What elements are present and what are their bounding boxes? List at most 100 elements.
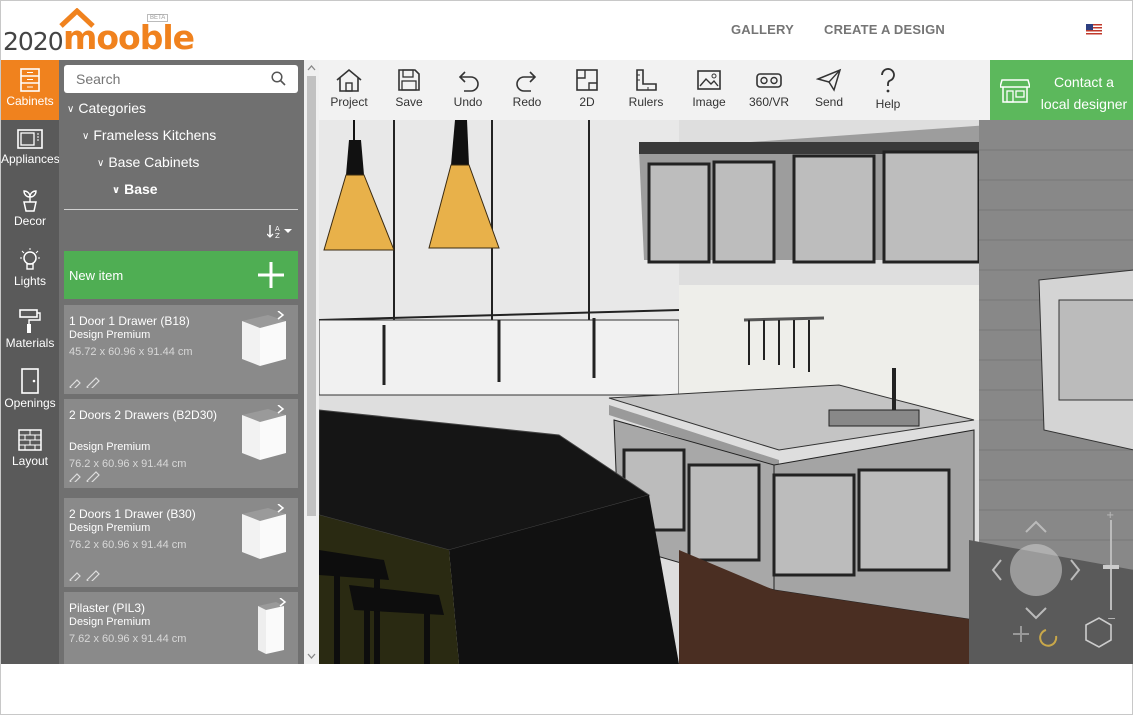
scrollbar-thumb[interactable] — [307, 76, 316, 516]
divider — [64, 209, 298, 210]
question-mark-icon — [881, 68, 895, 93]
item-tier: Design Premium — [69, 616, 151, 628]
sort-az-icon: AZ — [266, 225, 292, 240]
chevron-down-icon: ∨ — [82, 131, 90, 142]
zoom-slider-handle[interactable] — [1103, 565, 1119, 569]
tool-label: Redo — [512, 95, 542, 109]
3d-viewport[interactable]: + − — [319, 120, 1133, 664]
rail-item-cabinets[interactable]: Cabinets — [1, 60, 59, 120]
rail-item-lights[interactable]: Lights — [1, 240, 59, 300]
cabinet-thumbnail-icon — [242, 405, 286, 460]
home-icon — [336, 68, 362, 92]
tool-label: Rulers — [628, 95, 664, 109]
edit-tools-icon[interactable] — [69, 376, 101, 388]
plus-icon — [258, 262, 284, 288]
rail-label: Materials — [5, 336, 55, 350]
breadcrumb-label: Categories — [78, 100, 147, 116]
main-toolbar: Project Save Undo Redo 2D Rulers Image 3… — [319, 60, 990, 120]
view-cube-icon[interactable] — [1085, 617, 1112, 648]
contact-label: Contact a local designer — [1036, 71, 1132, 115]
search-input[interactable] — [64, 65, 259, 93]
camera-nav-control[interactable]: + − — [991, 510, 1121, 650]
category-rail: Cabinets Appliances Decor Lights Materia… — [1, 60, 60, 664]
item-tier: Design Premium — [69, 329, 151, 341]
logo-brand: mooble — [63, 18, 195, 57]
pan-move-icon[interactable] — [1013, 626, 1029, 642]
cabinet-icon — [20, 68, 40, 92]
tool-label: Project — [330, 95, 368, 109]
rail-label: Appliances — [1, 152, 60, 166]
search-box — [64, 65, 298, 93]
rail-label: Decor — [13, 214, 46, 228]
tool-label: Help — [875, 97, 901, 111]
footer-area — [1, 664, 1132, 714]
rail-item-materials[interactable]: Materials — [1, 300, 59, 360]
tool-label: 2D — [579, 95, 595, 109]
breadcrumb-base-cabinets[interactable]: ∨ Base Cabinets — [97, 154, 199, 170]
chevron-down-icon: ∨ — [67, 104, 75, 115]
nav-create-design[interactable]: CREATE A DESIGN — [824, 22, 945, 37]
pilaster-thumbnail-icon — [258, 598, 287, 654]
catalog-item[interactable]: Pilaster (PIL3) Design Premium 7.62 x 60… — [64, 592, 298, 664]
rail-item-appliances[interactable]: Appliances — [1, 120, 60, 180]
breadcrumb-frameless-kitchens[interactable]: ∨ Frameless Kitchens — [82, 127, 216, 143]
orbit-joystick[interactable] — [1010, 544, 1062, 596]
image-icon — [697, 70, 721, 90]
item-name: 1 Door 1 Drawer (B18) — [69, 314, 190, 328]
2d-view-button[interactable]: 2D — [557, 60, 617, 120]
catalog-item[interactable]: 1 Door 1 Drawer (B18) Design Premium 45.… — [64, 305, 298, 394]
image-button[interactable]: Image — [679, 60, 739, 120]
project-button[interactable]: Project — [319, 60, 379, 120]
floorplan-icon — [576, 69, 598, 91]
breadcrumb-categories[interactable]: ∨ Categories — [67, 100, 146, 116]
tool-label: Save — [395, 95, 423, 109]
item-size: 7.62 x 60.96 x 91.44 cm — [69, 633, 187, 645]
us-flag-icon[interactable] — [1086, 24, 1102, 35]
send-button[interactable]: Send — [799, 60, 859, 120]
new-item-button[interactable]: New item — [64, 251, 298, 299]
cabinet-thumbnail-icon — [242, 311, 286, 366]
item-size: 76.2 x 60.96 x 91.44 cm — [69, 458, 187, 470]
catalog-item[interactable]: 2 Doors 2 Drawers (B2D30) Design Premium… — [64, 399, 298, 488]
edit-tools-icon[interactable] — [69, 470, 101, 482]
scroll-down-icon[interactable] — [304, 650, 319, 662]
panel-scrollbar[interactable] — [304, 60, 319, 664]
brick-wall-icon — [18, 429, 42, 451]
redo-icon — [516, 71, 537, 92]
tool-label: Undo — [453, 95, 483, 109]
nav-gallery[interactable]: GALLERY — [731, 22, 794, 37]
sort-button[interactable]: AZ — [266, 223, 293, 242]
rail-item-decor[interactable]: Decor — [1, 180, 59, 240]
rotate-icon[interactable] — [1039, 629, 1058, 647]
rail-label: Cabinets — [6, 94, 54, 108]
rail-item-openings[interactable]: Openings — [1, 360, 59, 420]
help-button[interactable]: Help — [858, 60, 918, 120]
rail-label: Lights — [13, 274, 47, 288]
logo[interactable]: 2020 mooble BETA — [3, 5, 195, 57]
item-tier: Design Premium — [69, 441, 151, 453]
item-name: 2 Doors 1 Drawer (B30) — [69, 507, 196, 521]
chevron-down-icon: ∨ — [112, 185, 121, 196]
catalog-item[interactable]: 2 Doors 1 Drawer (B30) Design Premium 76… — [64, 498, 298, 587]
storefront-icon — [1000, 79, 1030, 103]
edit-tools-icon[interactable] — [69, 569, 101, 581]
new-item-label: New item — [69, 268, 124, 283]
tool-label: 360/VR — [748, 95, 790, 109]
breadcrumb-label: Frameless Kitchens — [93, 127, 217, 143]
vr-headset-icon — [756, 73, 782, 88]
floppy-disk-icon — [398, 69, 420, 91]
scroll-up-icon[interactable] — [304, 62, 319, 74]
rail-item-layout[interactable]: Layout — [1, 420, 59, 480]
item-name: 2 Doors 2 Drawers (B2D30) — [69, 408, 218, 422]
breadcrumb-base[interactable]: ∨ Base — [112, 181, 158, 197]
save-button[interactable]: Save — [379, 60, 439, 120]
redo-button[interactable]: Redo — [497, 60, 557, 120]
undo-icon — [458, 71, 479, 92]
rulers-button[interactable]: Rulers — [616, 60, 676, 120]
360-vr-button[interactable]: 360/VR — [739, 60, 799, 120]
svg-text:+: + — [1106, 510, 1114, 521]
beta-badge: BETA — [147, 14, 169, 22]
contact-designer-button[interactable]: Contact a local designer — [990, 60, 1133, 120]
undo-button[interactable]: Undo — [438, 60, 498, 120]
search-icon[interactable] — [271, 71, 286, 86]
